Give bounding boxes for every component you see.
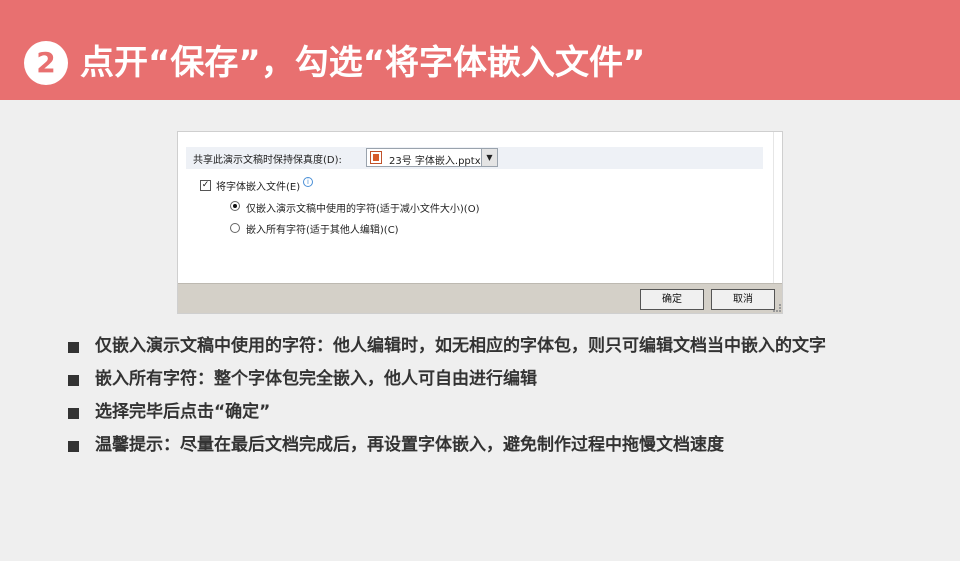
embed-fonts-label[interactable]: 将字体嵌入文件(E)	[216, 178, 300, 193]
bullet-text: 温馨提示：尽量在最后文档完成后，再设置字体嵌入，避免制作过程中拖慢文档速度	[95, 435, 724, 455]
bullet-square-icon	[68, 375, 79, 386]
fidelity-label: 共享此演示文稿时保持保真度(D):	[193, 155, 342, 166]
bullet-text: 嵌入所有字符：整个字体包完全嵌入，他人可自由进行编辑	[95, 369, 537, 389]
chevron-down-icon[interactable]: ▼	[481, 149, 497, 166]
list-item: 选择完毕后点击“确定”	[68, 396, 898, 429]
save-options-dialog: 共享此演示文稿时保持保真度(D): 23号 字体嵌入.pptx ▼ ✓ 将字体嵌…	[177, 131, 783, 314]
bullet-square-icon	[68, 342, 79, 353]
embed-all-chars-radio[interactable]	[230, 223, 240, 233]
title-banner: 2 点开“保存”，勾选“将字体嵌入文件”	[0, 0, 960, 100]
bullet-square-icon	[68, 408, 79, 419]
dialog-footer: 确定 取消	[178, 283, 782, 313]
list-item: 仅嵌入演示文稿中使用的字符：他人编辑时，如无相应的字体包，则只可编辑文档当中嵌入…	[68, 330, 898, 363]
embed-used-chars-radio[interactable]	[230, 201, 240, 211]
list-item: 嵌入所有字符：整个字体包完全嵌入，他人可自由进行编辑	[68, 363, 898, 396]
fidelity-file-select[interactable]: 23号 字体嵌入.pptx ▼	[366, 148, 498, 167]
fidelity-file-name: 23号 字体嵌入.pptx	[389, 156, 481, 167]
bullet-square-icon	[68, 441, 79, 452]
bullet-text: 仅嵌入演示文稿中使用的字符：他人编辑时，如无相应的字体包，则只可编辑文档当中嵌入…	[95, 336, 826, 356]
list-item: 温馨提示：尽量在最后文档完成后，再设置字体嵌入，避免制作过程中拖慢文档速度	[68, 429, 898, 462]
embed-used-chars-label[interactable]: 仅嵌入演示文稿中使用的字符(适于减小文件大小)(O)	[246, 200, 479, 215]
step-number-badge: 2	[24, 41, 68, 85]
dialog-divider	[773, 132, 774, 284]
resize-grip-icon[interactable]	[773, 304, 781, 312]
bullet-text: 选择完毕后点击“确定”	[95, 402, 271, 422]
embed-all-chars-label[interactable]: 嵌入所有字符(适于其他人编辑)(C)	[246, 221, 399, 236]
cancel-button[interactable]: 取消	[711, 289, 775, 310]
slide-title: 点开“保存”，勾选“将字体嵌入文件”	[80, 43, 646, 83]
pptx-file-icon	[370, 151, 382, 164]
bullet-list: 仅嵌入演示文稿中使用的字符：他人编辑时，如无相应的字体包，则只可编辑文档当中嵌入…	[68, 330, 898, 462]
embed-fonts-checkbox[interactable]: ✓	[200, 180, 211, 191]
fidelity-row: 共享此演示文稿时保持保真度(D): 23号 字体嵌入.pptx ▼	[186, 147, 763, 169]
info-icon[interactable]: i	[303, 177, 313, 187]
ok-button[interactable]: 确定	[640, 289, 704, 310]
